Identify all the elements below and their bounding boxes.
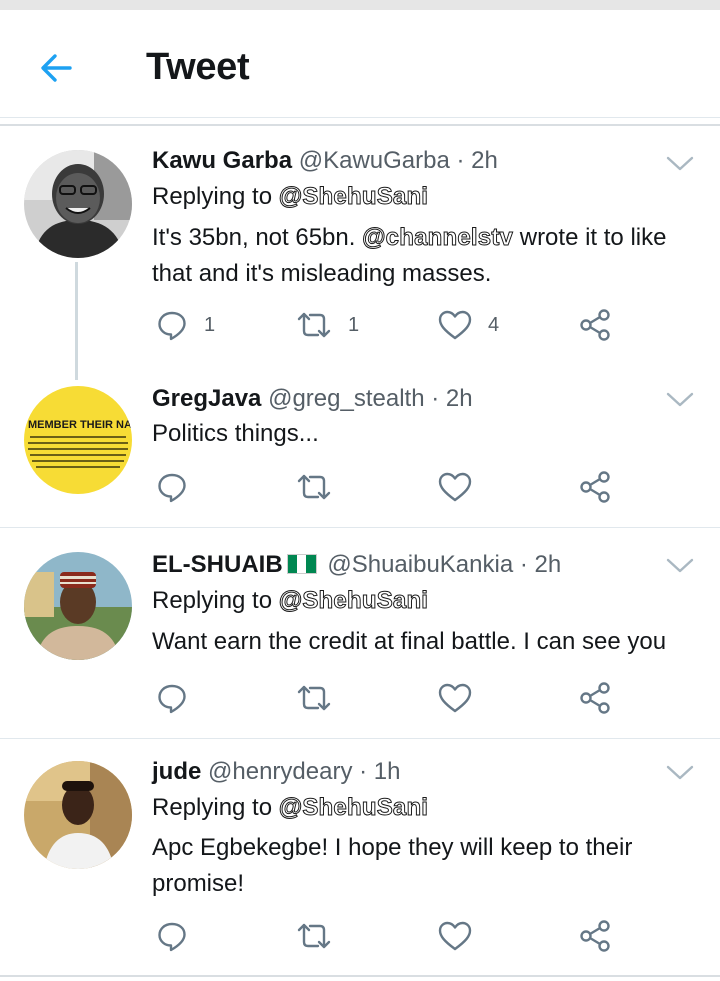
share-icon: [580, 682, 610, 714]
chevron-down-icon[interactable]: [664, 554, 696, 578]
retweet-button[interactable]: [296, 678, 332, 718]
mention-link[interactable]: @ShehuSani: [278, 587, 428, 615]
replying-to-line: Replying to @ShehuSani: [152, 182, 428, 212]
replying-to-line: Replying to @ShehuSani: [152, 793, 428, 823]
tweet-actions: [152, 678, 622, 718]
reply-button[interactable]: 1: [156, 305, 215, 345]
top-app-bar: Tweet: [0, 10, 720, 118]
display-name[interactable]: Kawu Garba: [152, 147, 292, 174]
like-button[interactable]: [438, 678, 472, 718]
like-button[interactable]: [438, 916, 472, 956]
like-button[interactable]: [438, 467, 472, 507]
thread-connector-line: [75, 262, 78, 380]
replying-prefix: Replying to: [152, 587, 273, 614]
display-name[interactable]: jude: [152, 758, 201, 785]
separator-dot: ·: [456, 147, 465, 174]
share-button[interactable]: [578, 916, 612, 956]
display-name[interactable]: GregJava: [152, 385, 261, 412]
reply-button[interactable]: [156, 467, 188, 507]
retweet-icon: [297, 923, 331, 949]
mention-link[interactable]: @ShehuSani: [278, 183, 428, 211]
user-handle[interactable]: @KawuGarba: [299, 147, 450, 174]
tweet-text: It's 35bn, not 65bn. @channelstv wrote i…: [152, 220, 700, 292]
arrow-left-icon: [41, 54, 72, 82]
back-button[interactable]: [28, 40, 84, 96]
replying-to-line: Replying to @ShehuSani: [152, 586, 428, 616]
nigeria-flag-icon: [286, 554, 317, 574]
share-button[interactable]: [578, 678, 612, 718]
page-title: Tweet: [146, 46, 250, 88]
retweet-button[interactable]: [296, 916, 332, 956]
like-button[interactable]: 4: [438, 305, 499, 345]
retweet-button[interactable]: [296, 467, 332, 507]
reply-icon: [158, 922, 186, 952]
status-bar-strip: [0, 0, 720, 10]
tweet-actions: [152, 916, 622, 956]
retweet-button[interactable]: 1: [296, 305, 359, 345]
reply-icon: [158, 311, 186, 341]
divider: [0, 124, 720, 126]
mention-link[interactable]: @channelstv: [362, 224, 514, 252]
avatar-text: MEMBER THEIR NA: [28, 419, 132, 431]
replying-prefix: Replying to: [152, 183, 273, 210]
timestamp: 2h: [534, 551, 562, 578]
retweet-count: 1: [348, 313, 360, 336]
avatar[interactable]: MEMBER THEIR NA: [24, 386, 132, 494]
timestamp: 1h: [373, 758, 401, 785]
divider: [0, 527, 720, 528]
chevron-down-icon[interactable]: [664, 152, 696, 176]
heart-icon: [438, 472, 472, 502]
timestamp: 2h: [471, 147, 498, 174]
tweet-text: Want earn the credit at final battle. I …: [152, 628, 667, 655]
reply-button[interactable]: [156, 916, 188, 956]
tweet-text-part: It's 35bn, not 65bn.: [152, 224, 363, 251]
reply-count: 1: [204, 313, 216, 336]
display-name[interactable]: EL-SHUAIB: [152, 551, 283, 578]
heart-icon: [438, 921, 472, 951]
share-button[interactable]: [578, 305, 612, 345]
avatar[interactable]: [24, 761, 132, 869]
like-count: 4: [488, 313, 500, 336]
tweet-text: Politics things...: [152, 420, 319, 447]
share-icon: [580, 309, 610, 341]
avatar[interactable]: [24, 150, 132, 258]
separator-dot: ·: [519, 551, 528, 578]
tweet-actions: 1 1 4: [152, 305, 622, 345]
tweet-header: EL-SHUAIB @ShuaibuKankia · 2h: [152, 550, 561, 580]
chevron-down-icon[interactable]: [664, 761, 696, 785]
avatar[interactable]: [24, 552, 132, 660]
reply-icon: [158, 684, 186, 714]
tweet-actions: [152, 467, 622, 507]
share-icon: [580, 920, 610, 952]
tweet-header: Kawu Garba @KawuGarba · 2h: [152, 146, 498, 176]
chevron-down-icon[interactable]: [664, 388, 696, 412]
tweet-header: GregJava @greg_stealth · 2h: [152, 384, 473, 414]
user-handle[interactable]: @greg_stealth: [268, 385, 424, 412]
reply-icon: [158, 473, 186, 503]
share-icon: [580, 471, 610, 503]
separator-dot: ·: [359, 758, 368, 785]
tweet-header: jude @henrydeary · 1h: [152, 757, 401, 787]
retweet-icon: [297, 474, 331, 500]
retweet-icon: [297, 685, 331, 711]
heart-icon: [438, 310, 472, 340]
tweet-text: Apc Egbekegbe! I hope they will keep to …: [152, 834, 633, 897]
divider: [0, 738, 720, 739]
replying-prefix: Replying to: [152, 794, 273, 821]
user-handle[interactable]: @henrydeary: [208, 758, 352, 785]
user-handle[interactable]: @ShuaibuKankia: [327, 551, 513, 578]
mention-link[interactable]: @ShehuSani: [278, 794, 428, 822]
heart-icon: [438, 683, 472, 713]
divider: [0, 975, 720, 977]
reply-button[interactable]: [156, 678, 188, 718]
separator-dot: ·: [431, 385, 440, 412]
share-button[interactable]: [578, 467, 612, 507]
retweet-icon: [297, 312, 331, 338]
timestamp: 2h: [445, 385, 473, 412]
